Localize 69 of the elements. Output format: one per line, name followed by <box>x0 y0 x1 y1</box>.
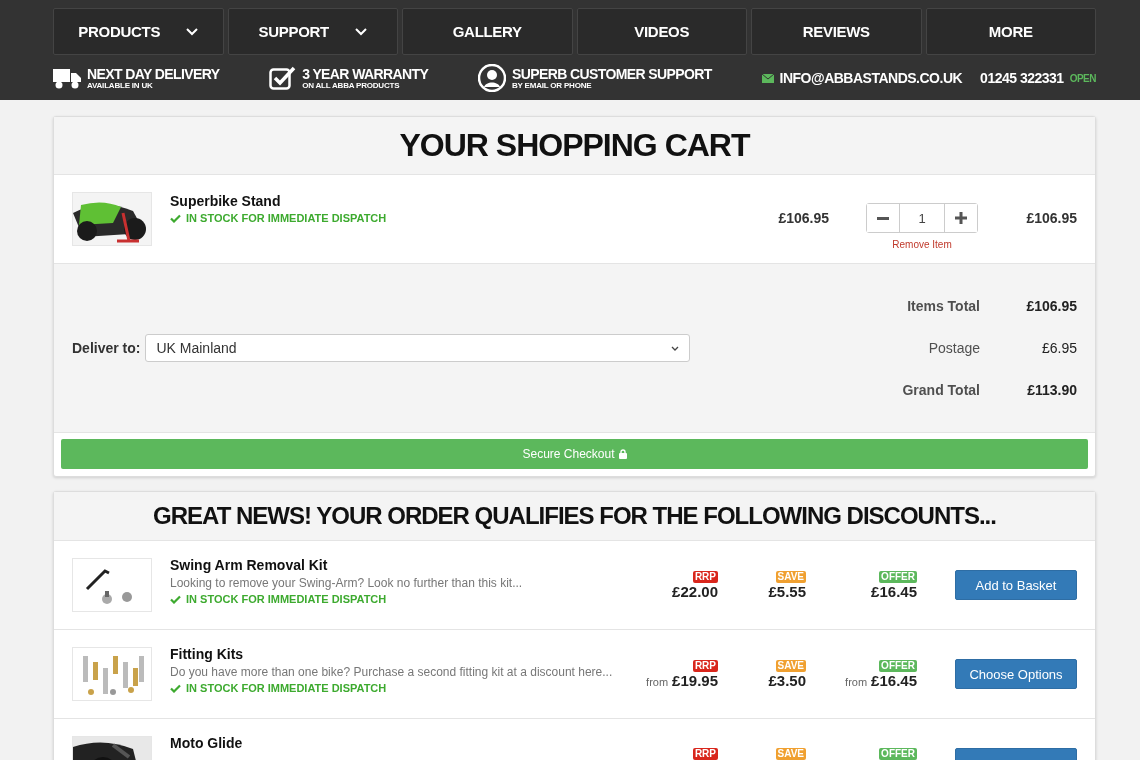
feature-title: NEXT DAY DELIVERY <box>87 66 220 81</box>
cart-title: YOUR SHOPPING CART <box>54 117 1095 175</box>
basket-button[interactable]: Choose Options <box>955 659 1077 689</box>
feature-title: SUPERB CUSTOMER SUPPORT <box>511 66 712 81</box>
nav-item[interactable]: PRODUCTS <box>53 8 224 55</box>
plus-icon <box>955 212 967 224</box>
price-badge: OFFER <box>879 748 917 760</box>
truck-icon <box>53 67 81 89</box>
price-badge: SAVE <box>775 570 806 583</box>
price-value: £16.45 <box>871 671 917 689</box>
check-icon <box>170 594 181 604</box>
remove-link[interactable]: Remove Item <box>892 239 952 250</box>
feature-subtitle: AVAILABLE IN UK <box>87 80 154 90</box>
total-value: £6.95 <box>1040 340 1077 356</box>
nav-item[interactable]: VIDEOS <box>576 8 747 55</box>
basket-button[interactable]: Add to Basket <box>955 570 1077 600</box>
envelope-icon <box>761 73 774 83</box>
nav-item[interactable]: GALLERY <box>402 8 573 55</box>
from-label: from <box>646 675 669 688</box>
line-total: £106.95 <box>1025 209 1077 226</box>
total-value: £106.95 <box>1025 298 1077 314</box>
minus-icon <box>877 216 889 220</box>
price-badge: SAVE <box>775 748 806 760</box>
price-badge: RRP <box>692 748 718 760</box>
chevron-down-icon <box>186 27 199 36</box>
chevron-down-icon <box>671 345 680 351</box>
price-badge: RRP <box>692 570 718 583</box>
product-name[interactable]: Swing Arm Removal Kit <box>170 557 648 573</box>
price-value: £19.95 <box>672 671 718 689</box>
product-name[interactable]: Moto Glide <box>170 735 648 751</box>
stock-status: IN STOCK FOR IMMEDIATE DISPATCH <box>170 212 749 224</box>
product-name[interactable]: Fitting Kits <box>170 646 648 662</box>
price-badge: RRP <box>692 659 718 672</box>
deliver-label: Deliver to: <box>72 340 141 356</box>
price-badge: OFFER <box>879 570 917 583</box>
feature-subtitle: BY EMAIL OR PHONE <box>511 80 593 90</box>
feature-title: 3 YEAR WARRANTY <box>302 66 429 81</box>
total-label: Postage <box>927 340 980 356</box>
user-icon <box>477 64 506 92</box>
product-description: Looking to remove your Swing-Arm? Look no further than this kit... <box>170 576 524 590</box>
lock-icon <box>618 449 627 459</box>
stock-status: IN STOCK FOR IMMEDIATE DISPATCH <box>170 682 648 694</box>
nav-item[interactable]: MORE <box>925 8 1096 55</box>
total-value: £113.90 <box>1026 382 1077 398</box>
product-description: Do you have more than one bike? Purchase a second fitting kit at a discount here... <box>170 665 614 679</box>
stock-status: IN STOCK FOR IMMEDIATE DISPATCH <box>170 593 648 605</box>
price-value: £22.00 <box>672 582 718 600</box>
nav-item[interactable]: REVIEWS <box>751 8 922 55</box>
price-value: £16.45 <box>871 582 917 600</box>
product-name[interactable]: Superbike Stand <box>170 193 749 209</box>
price-badge: OFFER <box>879 659 917 672</box>
price-value: £3.50 <box>768 671 806 689</box>
unit-price: £106.95 <box>777 209 829 226</box>
check-icon <box>170 213 181 223</box>
checkbox-icon <box>269 66 297 90</box>
from-label: from <box>845 675 868 688</box>
chevron-down-icon <box>354 27 367 36</box>
delivery-select[interactable]: UK Mainland <box>145 334 691 362</box>
total-label: Grand Total <box>901 382 980 398</box>
price-value: £5.55 <box>768 582 806 600</box>
total-label: Items Total <box>906 298 980 314</box>
email-link[interactable]: INFO@ABBASTANDS.CO.UK <box>779 70 963 86</box>
discounts-title: GREAT NEWS! YOUR ORDER QUALIFIES FOR THE FOLLOWING DISCOUNTS... <box>54 492 1095 541</box>
open-status: OPEN <box>1069 73 1096 84</box>
price-badge: SAVE <box>775 659 806 672</box>
check-icon <box>170 683 181 693</box>
feature-subtitle: ON ALL ABBA PRODUCTS <box>302 80 401 90</box>
phone-number: 01245 322331 <box>980 70 1064 86</box>
nav-item[interactable]: SUPPORT <box>227 8 398 55</box>
